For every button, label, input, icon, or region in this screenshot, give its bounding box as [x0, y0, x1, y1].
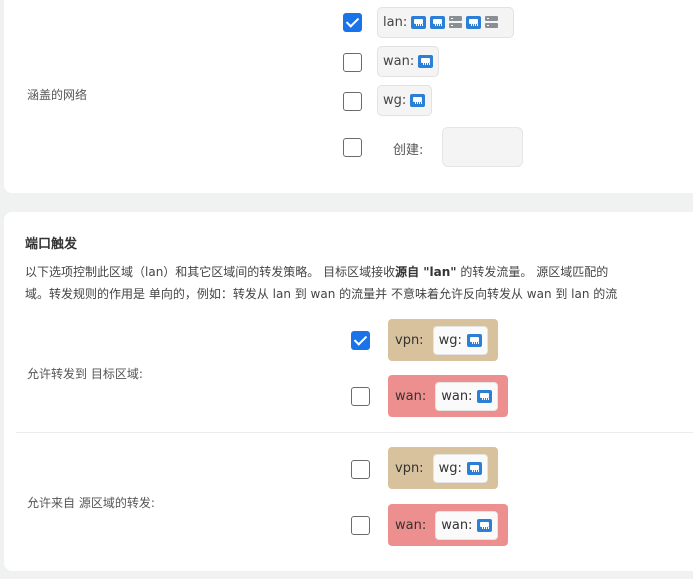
zone-network-tag: wan:	[435, 510, 499, 540]
create-network-checkbox[interactable]	[343, 138, 362, 157]
port-icon	[466, 461, 482, 475]
port-icon	[466, 333, 482, 347]
dest-zone-checkbox-wan[interactable]	[351, 387, 370, 406]
network-tag-lan: lan:	[377, 7, 514, 38]
section-title: 端口触发	[25, 237, 78, 252]
zone-network-tag: wan:	[435, 381, 499, 411]
dest-zones-label: 允许转发到 目标区域:	[27, 367, 143, 381]
port-icon	[418, 55, 433, 68]
port-icon	[411, 16, 427, 29]
dest-zone-wan: wan: wan:	[388, 375, 508, 417]
network-tag-wan: wan:	[377, 46, 439, 77]
server-icon	[485, 16, 499, 29]
desc-text: 的转发流量。 源区域匹配的	[456, 265, 609, 279]
port-icon	[410, 94, 426, 107]
network-name: wan:	[441, 388, 473, 404]
zone-name: wan:	[395, 517, 427, 533]
zone-network-tag: wg:	[432, 325, 488, 355]
desc-text: 以下选项控制此区域（lan）和其它区域间的转发策略。 目标区域接收	[25, 265, 396, 279]
zone-name: vpn:	[395, 332, 424, 348]
covered-networks-label: 涵盖的网络	[27, 88, 88, 102]
server-icon	[449, 16, 463, 29]
zone-name: wan:	[395, 388, 427, 404]
port-icon	[477, 518, 493, 532]
create-network-label: 创建:	[393, 143, 424, 158]
network-name-wan: wan:	[383, 54, 415, 69]
dest-zone-vpn: vpn: wg:	[388, 319, 498, 361]
forwarding-description-line-2: 域。转发规则的作用是 单向的，例如：转发从 lan 到 wan 的流量并 不意味…	[25, 287, 618, 301]
port-icon	[430, 16, 446, 29]
network-checkbox-wg[interactable]	[343, 92, 362, 111]
network-name: wg:	[438, 332, 462, 348]
network-name: wg:	[438, 460, 462, 476]
port-icon	[466, 16, 482, 29]
desc-source-zone: 源自 "lan"	[395, 265, 457, 279]
create-network-input[interactable]	[442, 127, 523, 167]
network-name-lan: lan:	[383, 15, 408, 30]
dest-zone-checkbox-vpn[interactable]	[351, 331, 370, 350]
forwarding-description-line-1: 以下选项控制此区域（lan）和其它区域间的转发策略。 目标区域接收源自 "lan…	[25, 263, 608, 280]
divider	[16, 432, 693, 433]
src-zone-checkbox-vpn[interactable]	[351, 460, 370, 479]
src-zone-checkbox-wan[interactable]	[351, 516, 370, 535]
port-icon	[477, 389, 493, 403]
network-name-wg: wg:	[383, 93, 407, 108]
network-checkbox-lan[interactable]	[343, 13, 362, 32]
network-name: wan:	[441, 517, 473, 533]
zone-network-tag: wg:	[432, 453, 488, 483]
network-tag-wg: wg:	[377, 85, 432, 116]
zone-name: vpn:	[395, 460, 424, 476]
src-zone-vpn: vpn: wg:	[388, 447, 498, 489]
src-zones-label: 允许来自 源区域的转发:	[27, 496, 155, 510]
network-checkbox-wan[interactable]	[343, 53, 362, 72]
src-zone-wan: wan: wan:	[388, 504, 508, 546]
